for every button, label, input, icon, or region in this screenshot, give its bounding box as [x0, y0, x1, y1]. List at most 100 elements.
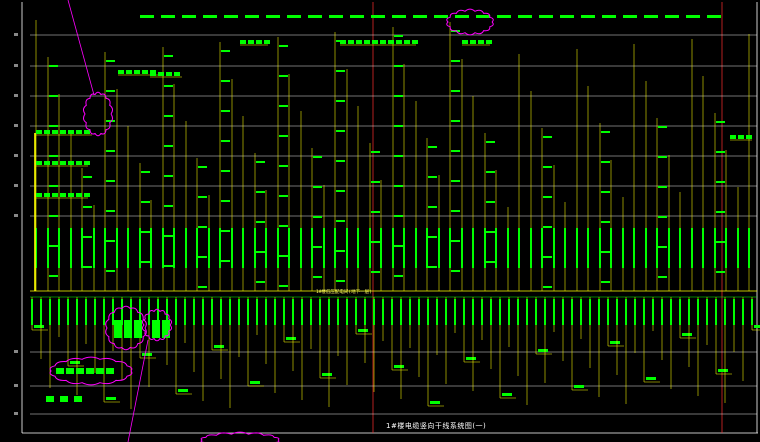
cable-spec-label	[461, 228, 463, 268]
cable-spec-label	[311, 228, 313, 268]
cable-spec-label	[208, 228, 210, 268]
feeder-annotation	[716, 151, 725, 153]
feeder-annotation	[451, 150, 460, 152]
riser-diagram-canvas	[14, 0, 760, 442]
drop-spec-label	[562, 299, 564, 325]
feeder-annotation	[198, 256, 207, 258]
feeder-annotation	[164, 145, 173, 147]
equipment-block	[96, 368, 104, 374]
feeder-annotation	[451, 90, 460, 92]
cable-spec-label	[81, 228, 83, 268]
cable-spec-label	[553, 228, 555, 268]
top-feeder-tag	[623, 15, 637, 18]
feeder-annotation	[49, 125, 58, 127]
cable-spec-label	[426, 228, 428, 268]
tap-label	[364, 40, 370, 44]
cable-spec-label	[449, 228, 451, 268]
drop-spec-label	[697, 299, 699, 325]
cable-spec-label	[737, 228, 739, 268]
feeder-annotation	[313, 186, 322, 188]
feeder-annotation	[83, 266, 92, 268]
feeder-annotation	[451, 270, 460, 272]
drop-spec-label	[301, 299, 303, 325]
drop-label	[178, 389, 188, 392]
drop-spec-label	[238, 299, 240, 325]
feeder-annotation	[543, 166, 552, 168]
top-feeder-tag	[455, 15, 469, 18]
drop-label	[718, 369, 728, 372]
feeder-annotation	[279, 135, 288, 137]
feeder-annotation	[371, 271, 380, 273]
cable-spec-label	[599, 228, 601, 268]
tap-label	[52, 161, 58, 165]
feeder-annotation	[451, 120, 460, 122]
tap-label	[462, 40, 468, 44]
revision-cloud	[446, 8, 494, 36]
feeder-annotation	[198, 196, 207, 198]
tap-label	[174, 72, 180, 76]
feeder-annotation	[198, 166, 207, 168]
cable-spec-label	[495, 228, 497, 268]
feeder-annotation	[106, 240, 115, 242]
cable-spec-label	[587, 228, 589, 268]
cable-spec-label	[541, 228, 543, 268]
feeder-annotation	[164, 55, 173, 57]
drop-spec-label	[607, 299, 609, 325]
tap-label	[60, 193, 66, 197]
tap-label	[372, 40, 378, 44]
drop-spec-label	[274, 299, 276, 325]
tap-label	[738, 135, 744, 139]
tap-label	[126, 70, 132, 74]
feeder-annotation	[49, 95, 58, 97]
cable-spec-label	[610, 228, 612, 268]
feeder-annotation	[279, 255, 288, 257]
tap-label	[396, 40, 402, 44]
top-feeder-tag	[266, 15, 280, 18]
drop-label	[358, 329, 368, 332]
drop-spec-label	[229, 299, 231, 325]
drop-spec-label	[355, 299, 357, 325]
tap-label	[412, 40, 418, 44]
cable-spec-label	[242, 228, 244, 268]
cable-spec-label	[564, 228, 566, 268]
drop-spec-label	[706, 299, 708, 325]
tap-label	[486, 40, 492, 44]
tap-label	[404, 40, 410, 44]
drop-spec-label	[643, 299, 645, 325]
feeder-annotation	[141, 261, 150, 263]
feeder-annotation	[221, 170, 230, 172]
tap-label	[36, 193, 42, 197]
tap-label	[256, 40, 262, 44]
cable-spec-label	[691, 228, 693, 268]
tap-label	[36, 130, 42, 134]
cable-spec-label	[185, 228, 187, 268]
feeder-annotation	[336, 220, 345, 222]
revision-cloud	[82, 91, 114, 137]
tap-label	[84, 193, 90, 197]
drop-spec-label	[436, 299, 438, 325]
tap-label	[470, 40, 476, 44]
tap-label	[84, 130, 90, 134]
tap-label	[730, 135, 736, 139]
drop-spec-label	[391, 299, 393, 325]
floor-marker	[14, 94, 18, 97]
feeder-annotation	[313, 216, 322, 218]
tap-label	[248, 40, 254, 44]
drop-spec-label	[490, 299, 492, 325]
cable-spec-label	[392, 228, 394, 268]
feeder-annotation	[394, 215, 403, 217]
panel-block	[152, 320, 160, 338]
drop-spec-label	[49, 299, 51, 325]
drop-label	[34, 325, 44, 328]
cable-spec-label	[47, 228, 49, 268]
cable-spec-label	[58, 228, 60, 268]
tap-label	[142, 70, 148, 74]
cable-spec-label	[116, 228, 118, 268]
drop-label	[466, 357, 476, 360]
tap-label	[348, 40, 354, 44]
tap-label	[44, 130, 50, 134]
feeder-annotation	[543, 136, 552, 138]
cable-spec-label	[231, 228, 233, 268]
feeder-annotation	[49, 245, 58, 247]
drop-spec-label	[382, 299, 384, 325]
